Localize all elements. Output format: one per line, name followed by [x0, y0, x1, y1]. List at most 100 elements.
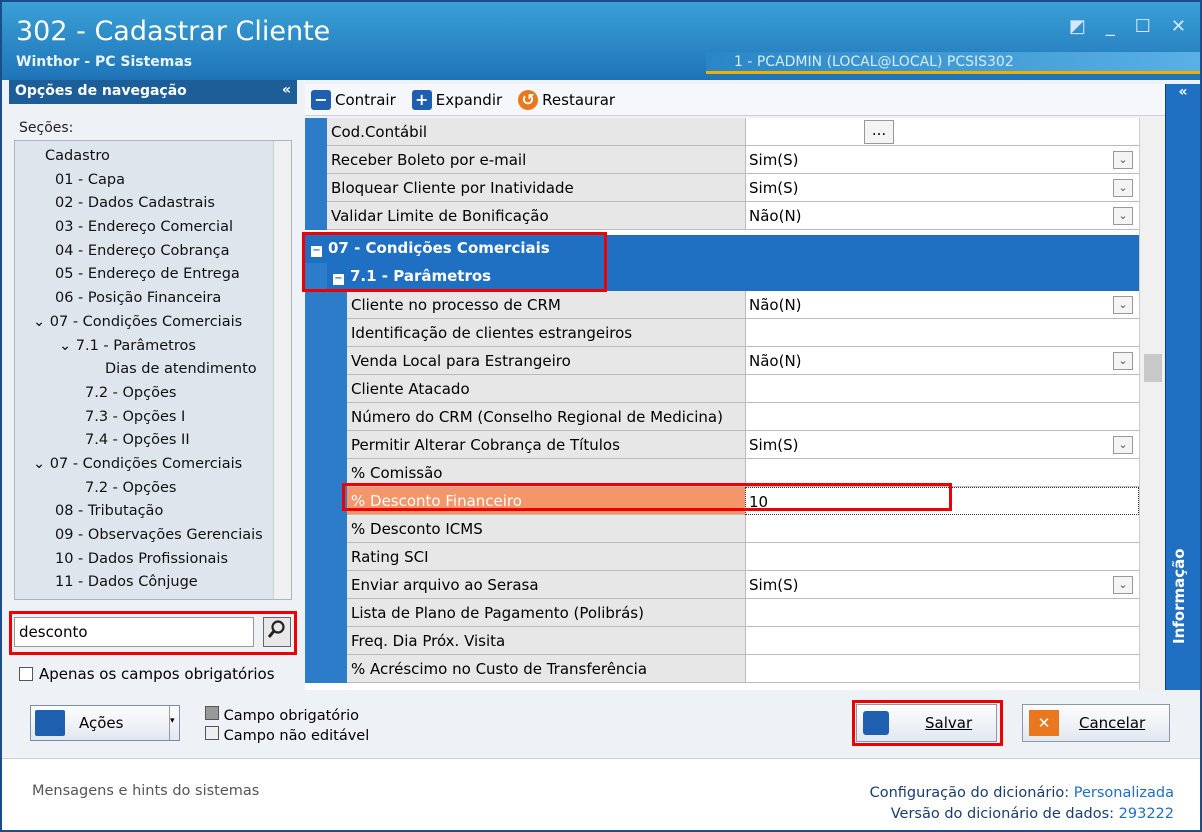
grid-row[interactable]: Venda Local para Estrangeiro Não(N) ⌄: [305, 347, 1139, 375]
info-tab[interactable]: Informação: [1170, 548, 1188, 644]
chevron-down-icon[interactable]: ⌄: [1113, 296, 1133, 314]
field-label: Validar Limite de Bonificação: [327, 202, 745, 230]
expandir-button[interactable]: + Expandir: [411, 89, 502, 110]
tree-item[interactable]: 11 - Dados Cônjuge: [15, 571, 271, 595]
grid-row[interactable]: % Acréscimo no Custo de Transferência: [305, 655, 1139, 683]
chevron-down-icon[interactable]: ⌄: [1113, 151, 1133, 169]
field-value[interactable]: ...: [745, 118, 1139, 146]
contrair-label: Contrair: [335, 90, 396, 109]
tree-item[interactable]: 7.3 - Opções I: [15, 406, 271, 430]
field-value[interactable]: [745, 599, 1139, 627]
field-label: Cliente Atacado: [347, 375, 745, 403]
hints-text: Mensagens e hints do sistemas: [32, 783, 260, 799]
collapse-nav-icon[interactable]: «: [282, 82, 291, 98]
tree-item[interactable]: 03 - Endereço Comercial: [15, 216, 271, 240]
field-label: Enviar arquivo ao Serasa: [347, 571, 745, 599]
tree-item[interactable]: 07 - Condições Comerciais: [50, 456, 242, 472]
minimize-icon[interactable]: _: [1106, 16, 1115, 37]
field-value[interactable]: [745, 403, 1139, 431]
desconto-highlight: [342, 483, 952, 511]
cancelar-button[interactable]: ✕ Cancelar: [1022, 704, 1170, 742]
field-label: Identificação de clientes estrangeiros: [347, 319, 745, 347]
tree-item[interactable]: Dias de atendimento: [15, 358, 271, 382]
tree-item[interactable]: 04 - Endereço Cobrança: [15, 240, 271, 264]
chevron-down-icon[interactable]: ⌄: [1113, 436, 1133, 454]
ellipsis-button[interactable]: ...: [864, 120, 894, 144]
grid-scrollbar[interactable]: [1139, 118, 1165, 690]
tree-item[interactable]: 7.2 - Opções: [15, 477, 271, 501]
grid-row[interactable]: Rating SCI: [305, 543, 1139, 571]
field-value[interactable]: Sim(S) ⌄: [745, 174, 1139, 202]
chevron-down-icon[interactable]: ⌄: [33, 314, 50, 330]
field-value[interactable]: Sim(S) ⌄: [745, 571, 1139, 599]
grid-row[interactable]: Número do CRM (Conselho Regional de Medi…: [305, 403, 1139, 431]
tree-item[interactable]: 7.4 - Opções II: [15, 429, 271, 453]
maximize-icon[interactable]: ☐: [1135, 16, 1151, 37]
tree-item[interactable]: 05 - Endereço de Entrega: [15, 263, 271, 287]
field-value[interactable]: Não(N) ⌄: [745, 202, 1139, 230]
tree-item[interactable]: 08 - Tributação: [15, 500, 271, 524]
chevron-down-icon[interactable]: ⌄: [1113, 576, 1133, 594]
noedit-swatch: [205, 726, 219, 740]
chevron-down-icon[interactable]: ⌄: [1113, 179, 1133, 197]
sections-label: Seções:: [19, 120, 74, 136]
acoes-button[interactable]: Ações ▾: [30, 705, 180, 741]
tree-scrollbar[interactable]: [273, 141, 291, 599]
dict-config-label: Configuração do dicionário:: [869, 785, 1070, 801]
restaurar-button[interactable]: ↺ Restaurar: [518, 89, 615, 110]
grid-row[interactable]: Lista de Plano de Pagamento (Polibrás): [305, 599, 1139, 627]
legend: Campo obrigatório Campo não editável: [205, 706, 369, 746]
field-label: Rating SCI: [347, 543, 745, 571]
field-label: Lista de Plano de Pagamento (Polibrás): [347, 599, 745, 627]
tree-item[interactable]: 7.1 - Parâmetros: [76, 338, 196, 354]
field-value[interactable]: Sim(S) ⌄: [745, 146, 1139, 174]
chevron-down-icon[interactable]: ⌄: [1113, 207, 1133, 225]
field-value[interactable]: Não(N) ⌄: [745, 347, 1139, 375]
acoes-label: Ações: [79, 714, 124, 732]
field-value[interactable]: Não(N) ⌄: [745, 291, 1139, 319]
tree-item[interactable]: 10 - Dados Profissionais: [15, 548, 271, 572]
field-value[interactable]: [745, 515, 1139, 543]
tree-item[interactable]: 09 - Observações Gerenciais: [15, 524, 271, 548]
checkbox-box[interactable]: [19, 667, 33, 681]
contrair-button[interactable]: − Contrair: [311, 89, 396, 110]
tree-item[interactable]: 06 - Posição Financeira: [15, 287, 271, 311]
grid-row[interactable]: % Desconto ICMS: [305, 515, 1139, 543]
field-value-text: Sim(S): [749, 436, 799, 454]
grid-row[interactable]: Enviar arquivo ao Serasa Sim(S) ⌄: [305, 571, 1139, 599]
field-label: Cliente no processo de CRM: [347, 291, 745, 319]
grid-row[interactable]: Cliente no processo de CRM Não(N) ⌄: [305, 291, 1139, 319]
field-label: Número do CRM (Conselho Regional de Medi…: [347, 403, 745, 431]
collapse-info-icon[interactable]: «: [1166, 84, 1200, 100]
field-value[interactable]: [745, 319, 1139, 347]
dropdown-arrow-icon[interactable]: ▾: [169, 706, 179, 740]
search-input[interactable]: desconto: [14, 617, 254, 647]
tree-item[interactable]: Cadastro: [15, 145, 271, 169]
field-value[interactable]: [745, 375, 1139, 403]
chevron-down-icon[interactable]: ⌄: [59, 338, 76, 354]
tree-item[interactable]: 7.2 - Opções: [15, 382, 271, 406]
grid-row[interactable]: Identificação de clientes estrangeiros: [305, 319, 1139, 347]
tree-item[interactable]: 07 - Condições Comerciais: [50, 314, 242, 330]
only-required-label: Apenas os campos obrigatórios: [39, 665, 275, 683]
grid-row[interactable]: Freq. Dia Próx. Visita: [305, 627, 1139, 655]
chevron-down-icon[interactable]: ⌄: [33, 456, 50, 472]
tree-item[interactable]: 02 - Dados Cadastrais: [15, 192, 271, 216]
grid-row[interactable]: Permitir Alterar Cobrança de Títulos Sim(…: [305, 431, 1139, 459]
grid-row[interactable]: Cliente Atacado: [305, 375, 1139, 403]
salvar-button[interactable]: Salvar: [856, 704, 997, 742]
tree-item[interactable]: 01 - Capa: [15, 169, 271, 193]
actions-icon: [35, 710, 65, 736]
section-tree[interactable]: Cadastro 01 - Capa 02 - Dados Cadastrais…: [14, 140, 292, 600]
only-required-checkbox[interactable]: Apenas os campos obrigatórios: [19, 665, 275, 683]
close-icon[interactable]: ✕: [1171, 16, 1186, 37]
restore-icon[interactable]: ◩: [1069, 16, 1086, 37]
search-icon[interactable]: [263, 617, 291, 647]
info-panel: « Informação: [1165, 84, 1200, 690]
field-value[interactable]: [745, 627, 1139, 655]
chevron-down-icon[interactable]: ⌄: [1113, 352, 1133, 370]
minus-icon: −: [311, 89, 331, 110]
field-value[interactable]: Sim(S) ⌄: [745, 431, 1139, 459]
field-value[interactable]: [745, 655, 1139, 683]
field-value[interactable]: [745, 543, 1139, 571]
